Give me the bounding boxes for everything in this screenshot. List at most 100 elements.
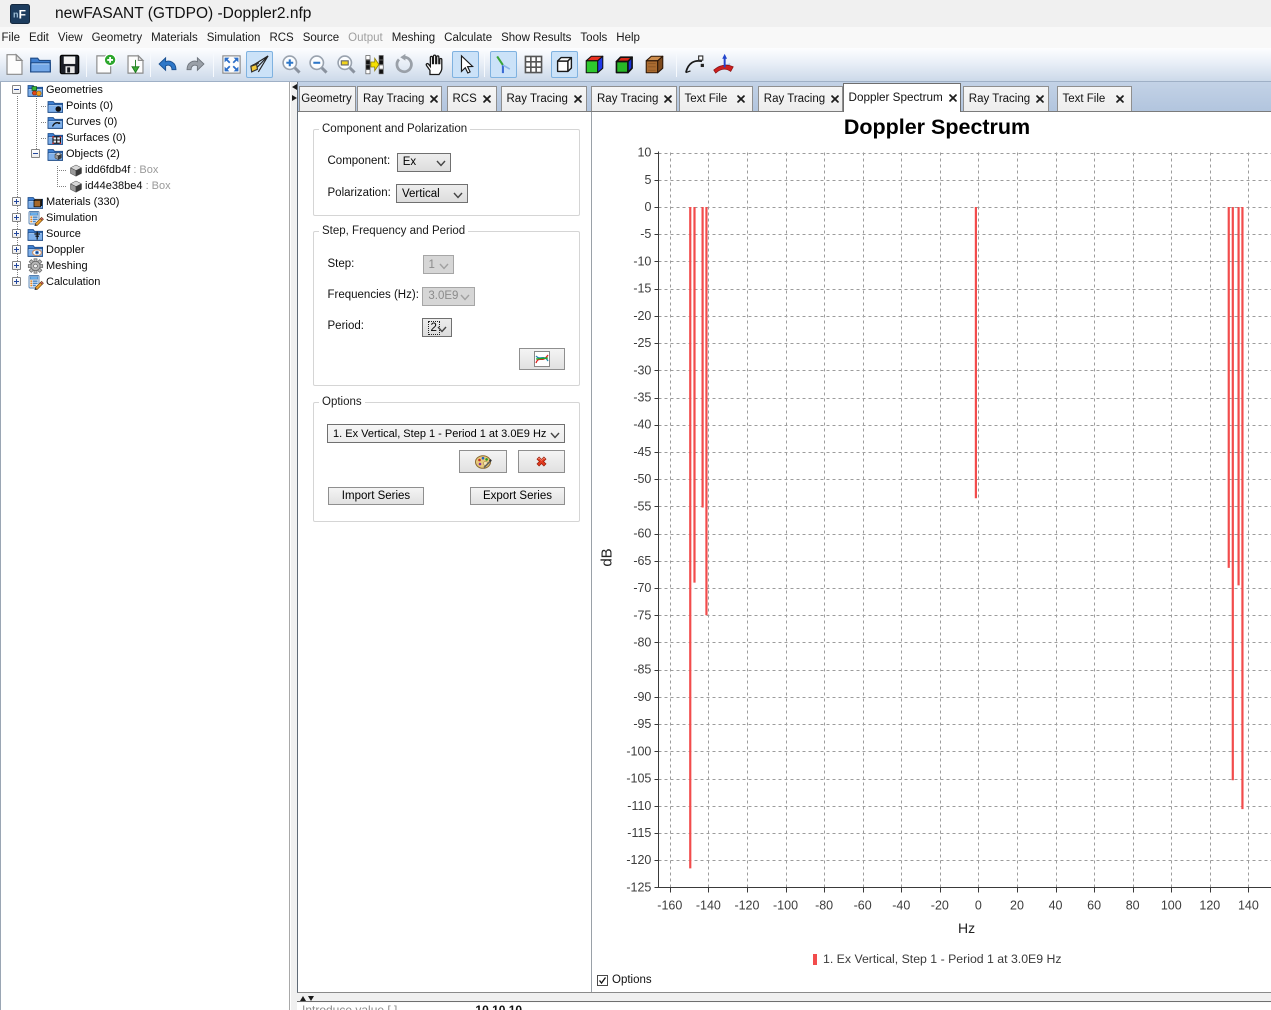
menu-rcs[interactable]: RCS — [265, 30, 298, 46]
shaded-rgb-cube-button[interactable] — [611, 51, 638, 78]
tab-ray-tracing[interactable]: Ray Tracing — [501, 86, 587, 111]
period-select[interactable]: 2 — [422, 318, 452, 337]
tab-text-file[interactable]: Text File — [679, 86, 753, 111]
tree-expander-expanded[interactable] — [31, 149, 40, 158]
group-title: Component and Polarization — [319, 123, 470, 135]
redo-button[interactable] — [181, 51, 208, 78]
pan-hand-button[interactable] — [421, 51, 448, 78]
plot-series-button[interactable] — [519, 348, 565, 370]
tab-ray-tracing[interactable]: Ray Tracing — [591, 86, 677, 111]
tab-geometry[interactable]: Geometry — [299, 86, 356, 111]
tree-item-source[interactable]: Source — [46, 226, 81, 242]
menu-view[interactable]: View — [53, 30, 87, 46]
title-bar: n F newFASANT (GTDPO) -Doppler2.nfp — [0, 0, 1271, 27]
tree-item-calculation[interactable]: Calculation — [46, 274, 100, 290]
undo-button[interactable] — [155, 51, 182, 78]
tree-item-meshing[interactable]: Meshing — [46, 258, 88, 274]
tree-item-points-0-[interactable]: Points (0) — [66, 98, 113, 114]
tree-item-surfaces-0-[interactable]: Surfaces (0) — [66, 130, 126, 146]
tab-close-icon[interactable] — [949, 94, 957, 102]
tree-item-geometries[interactable]: Geometries — [46, 82, 103, 98]
polarization-select[interactable]: Vertical — [396, 184, 468, 203]
frequencies-select[interactable]: 3.0E9 — [422, 287, 475, 306]
tree-connector-line — [57, 166, 58, 186]
menu-file[interactable]: File — [1, 30, 25, 46]
menu-meshing[interactable]: Meshing — [387, 30, 439, 46]
series-color-button[interactable] — [459, 450, 507, 473]
tree-item-doppler[interactable]: Doppler — [46, 242, 85, 258]
menu-edit[interactable]: Edit — [25, 30, 54, 46]
series-select[interactable]: 1. Ex Vertical, Step 1 - Period 1 at 3.0… — [327, 424, 565, 443]
fit-view-icon — [220, 53, 243, 76]
import-series-button[interactable]: Import Series — [328, 487, 424, 505]
y-tick-label: -95 — [633, 717, 651, 731]
tree-expander-collapsed[interactable] — [12, 213, 21, 222]
tab-doppler-spectrum[interactable]: Doppler Spectrum — [843, 83, 961, 113]
axes-button[interactable] — [490, 51, 517, 78]
open-folder-icon — [29, 53, 52, 76]
new-page-plus-button[interactable] — [92, 51, 119, 78]
wireframe-cube-button[interactable] — [551, 51, 578, 78]
chevron-down-icon — [453, 192, 463, 199]
tab-close-icon[interactable] — [574, 95, 582, 103]
tree-item-objects-2-[interactable]: Objects (2) — [66, 146, 120, 162]
export-series-button[interactable]: Export Series — [470, 487, 565, 505]
menu-output[interactable]: Output — [344, 30, 388, 46]
tree-expander-expanded[interactable] — [12, 85, 21, 94]
tab-close-icon[interactable] — [664, 95, 672, 103]
tab-close-icon[interactable] — [1116, 95, 1124, 103]
import-page-button[interactable] — [122, 51, 149, 78]
tree-item-curves-0-[interactable]: Curves (0) — [66, 114, 117, 130]
tree-item-simulation[interactable]: Simulation — [46, 210, 97, 226]
tab-close-icon[interactable] — [1036, 95, 1044, 103]
new-file-button[interactable] — [1, 51, 28, 78]
tab-close-icon[interactable] — [483, 95, 491, 103]
zoom-window-button[interactable] — [333, 51, 360, 78]
tree-expander-collapsed[interactable] — [12, 245, 21, 254]
perspective-view-button[interactable] — [246, 51, 273, 78]
options-checkbox[interactable] — [597, 975, 608, 986]
tab-rcs[interactable]: RCS — [447, 86, 497, 111]
swap-view-button[interactable] — [361, 51, 388, 78]
menu-help[interactable]: Help — [612, 30, 645, 46]
menu-geometry[interactable]: Geometry — [87, 30, 147, 46]
tab-ray-tracing[interactable]: Ray Tracing — [357, 86, 442, 111]
menu-calculate[interactable]: Calculate — [440, 30, 497, 46]
tree-expander-collapsed[interactable] — [12, 197, 21, 206]
tab-close-icon[interactable] — [831, 95, 839, 103]
menu-source[interactable]: Source — [298, 30, 343, 46]
curve-tool-button[interactable] — [681, 51, 708, 78]
tree-expander-collapsed[interactable] — [12, 277, 21, 286]
surface-normal-button[interactable] — [710, 51, 737, 78]
tab-text-file[interactable]: Text File — [1057, 86, 1132, 111]
tab-ray-tracing[interactable]: Ray Tracing — [963, 86, 1049, 111]
component-select[interactable]: Ex — [397, 153, 451, 172]
tree-item-idd6fdb4f[interactable]: idd6fdb4f : Box — [85, 162, 158, 178]
tree-expander-collapsed[interactable] — [12, 261, 21, 270]
textured-cube-button[interactable] — [641, 51, 668, 78]
solid-rgb-cube-button[interactable] — [581, 51, 608, 78]
menu-tools[interactable]: Tools — [576, 30, 612, 46]
menu-materials[interactable]: Materials — [147, 30, 203, 46]
tree-expander-collapsed[interactable] — [12, 229, 21, 238]
swap-view-icon — [363, 53, 386, 76]
zoom-in-button[interactable] — [278, 51, 305, 78]
step-select[interactable]: 1 — [423, 255, 454, 274]
zoom-out-button[interactable] — [305, 51, 332, 78]
menu-show-results[interactable]: Show Results — [497, 30, 576, 46]
delete-series-button[interactable] — [518, 450, 565, 473]
tab-close-icon[interactable] — [430, 95, 438, 103]
options-toggle[interactable]: Options — [597, 974, 652, 986]
open-folder-button[interactable] — [27, 51, 54, 78]
rotate-view-button[interactable] — [391, 51, 418, 78]
fit-view-button[interactable] — [218, 51, 245, 78]
tree-item-id44e38be4[interactable]: id44e38be4 : Box — [85, 178, 171, 194]
tab-close-icon[interactable] — [737, 95, 745, 103]
menu-simulation[interactable]: Simulation — [202, 30, 265, 46]
select-cursor-button[interactable] — [452, 51, 479, 78]
tree-item-materials-330-[interactable]: Materials (330) — [46, 194, 119, 210]
wireframe-cube-icon — [553, 53, 576, 76]
tab-ray-tracing[interactable]: Ray Tracing — [758, 86, 843, 111]
grid-button[interactable] — [520, 51, 547, 78]
save-button[interactable] — [56, 51, 83, 78]
